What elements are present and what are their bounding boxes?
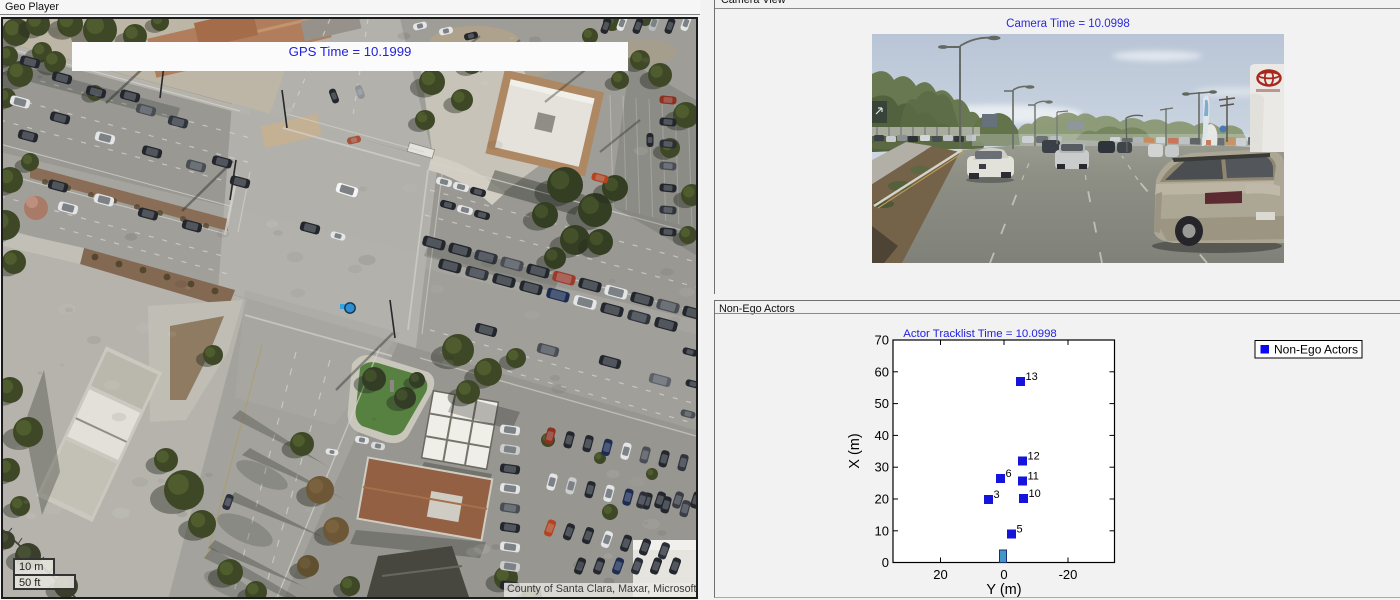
svg-text:5: 5 xyxy=(1017,524,1023,536)
svg-text:20: 20 xyxy=(875,492,889,507)
svg-text:30: 30 xyxy=(875,460,889,475)
svg-text:3: 3 xyxy=(994,489,1000,501)
svg-text:10: 10 xyxy=(1029,488,1041,500)
svg-text:60: 60 xyxy=(875,364,889,379)
svg-text:13: 13 xyxy=(1026,371,1038,383)
svg-text:Non-Ego Actors: Non-Ego Actors xyxy=(1274,343,1358,357)
svg-text:10: 10 xyxy=(875,523,889,538)
svg-text:X (m): X (m) xyxy=(847,433,863,468)
svg-text:0: 0 xyxy=(1000,567,1007,582)
svg-text:-20: -20 xyxy=(1059,567,1078,582)
svg-text:70: 70 xyxy=(875,333,889,348)
svg-text:Y (m): Y (m) xyxy=(986,582,1021,598)
svg-text:12: 12 xyxy=(1028,451,1040,463)
svg-text:50: 50 xyxy=(875,396,889,411)
svg-text:20: 20 xyxy=(933,567,947,582)
svg-text:11: 11 xyxy=(1028,471,1039,483)
svg-text:Actor Tracklist Time = 10.0998: Actor Tracklist Time = 10.0998 xyxy=(903,328,1057,340)
svg-text:0: 0 xyxy=(882,555,889,570)
svg-text:40: 40 xyxy=(875,428,889,443)
svg-text:6: 6 xyxy=(1006,468,1012,480)
